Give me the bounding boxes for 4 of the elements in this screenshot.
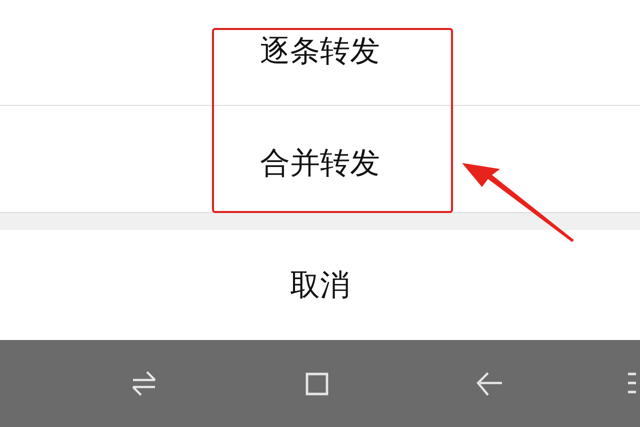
menu-option[interactable]: 合并转发 <box>0 106 640 212</box>
menu-option[interactable]: 逐条转发 <box>0 0 640 106</box>
cancel-button[interactable]: 取消 <box>0 230 640 340</box>
back-icon[interactable] <box>476 370 504 398</box>
